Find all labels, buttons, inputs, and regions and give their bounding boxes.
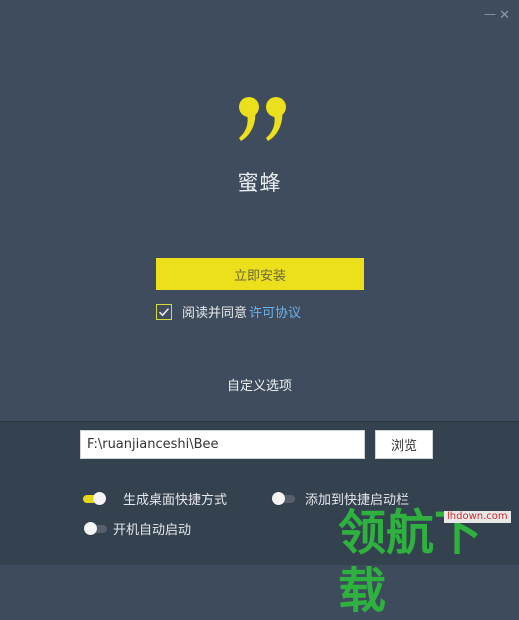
agree-checkbox[interactable]: [156, 303, 172, 320]
minimize-button[interactable]: —: [484, 8, 496, 20]
desktop-shortcut-option: 生成桌面快捷方式: [83, 489, 227, 508]
autostart-label: 开机自动启动: [113, 523, 192, 538]
autostart-toggle[interactable]: [84, 521, 107, 535]
watermark-url: lhdown.com: [444, 511, 511, 523]
browse-button[interactable]: 浏览: [375, 430, 433, 459]
desktop-shortcut-label: 生成桌面快捷方式: [123, 493, 228, 508]
desktop-shortcut-toggle[interactable]: [83, 491, 106, 505]
quick-launch-toggle[interactable]: [272, 491, 295, 505]
agreement-text: 阅读并同意: [182, 306, 248, 321]
agreement-row: 阅读并同意 许可协议: [156, 302, 301, 321]
license-agreement-link[interactable]: 许可协议: [249, 302, 301, 321]
checkmark-icon: [158, 307, 170, 316]
autostart-option: 开机自动启动: [84, 519, 192, 538]
app-name: 蜜蜂: [237, 171, 282, 195]
quote-mark-icon: [239, 97, 286, 141]
top-panel: [0, 0, 519, 421]
close-button[interactable]: ✕: [499, 9, 510, 22]
install-path-input[interactable]: [80, 430, 365, 459]
install-now-button[interactable]: 立即安装: [156, 258, 364, 290]
custom-options-link[interactable]: 自定义选项: [0, 375, 519, 394]
